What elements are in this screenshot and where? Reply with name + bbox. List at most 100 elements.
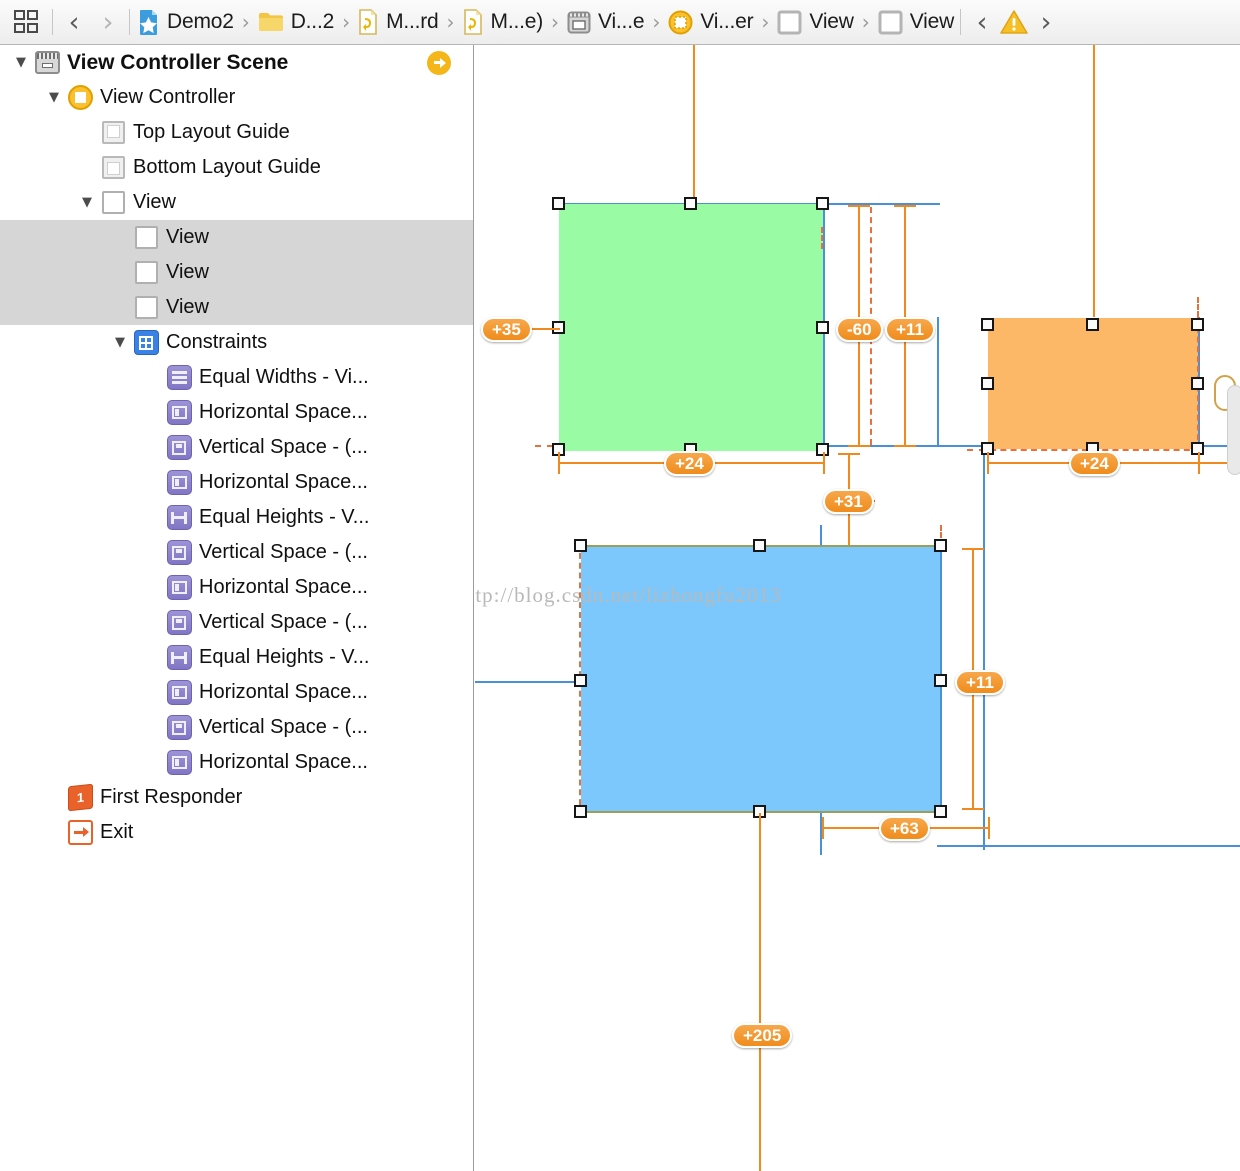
outline-row[interactable]: ▼ Horizontal Space... [0,395,473,430]
breadcrumb-label: View [809,10,854,33]
next-issue-button[interactable]: › [1029,2,1063,42]
outline-row[interactable]: ▼ Horizontal Space... [0,465,473,500]
breadcrumb-item-project[interactable]: Demo2 › [134,2,254,42]
disclosure-triangle-icon[interactable]: ▼ [43,90,65,105]
selection-handle[interactable] [934,805,947,818]
constraint-badge-vertical-31[interactable]: +31 [823,489,874,514]
related-items-grid-icon[interactable] [4,9,48,35]
selection-handle[interactable] [816,197,829,210]
selection-handle[interactable] [753,539,766,552]
outline-row[interactable]: ▼ Top Layout Guide [0,115,473,150]
outline-row[interactable]: ▼ Vertical Space - (... [0,535,473,570]
outline-row-icon [32,51,62,74]
guide-line-blue-leading [475,681,585,683]
constraint-badge-plus-24-orange[interactable]: +24 [1069,451,1120,476]
outline-row-label: Horizontal Space... [199,751,368,773]
selection-handle[interactable] [816,321,829,334]
outline-row-label: Horizontal Space... [199,681,368,703]
constraint-badge-plus-63[interactable]: +63 [879,816,930,841]
disclosure-triangle-icon[interactable]: ▼ [109,335,131,350]
outline-row-label: View Controller Scene [67,50,289,74]
outline-row-icon [98,156,128,179]
outline-row-icon [164,645,194,670]
view-icon [777,10,802,35]
constraint-badge-minus-60[interactable]: -60 [836,317,883,342]
constraint-badge-leading-35[interactable]: +35 [481,317,532,342]
view-icon [878,10,903,35]
outline-row-label: Constraints [166,331,268,353]
green-view[interactable] [559,204,824,451]
selection-handle[interactable] [684,197,697,210]
dash-marker-green-top-right [821,227,823,249]
outline-row[interactable]: ▼ View [0,255,473,290]
outline-row[interactable]: ▼ Bottom Layout Guide [0,150,473,185]
outline-row[interactable]: ▼ Vertical Space - (... [0,605,473,640]
canvas-edge-scroll-pill[interactable] [1227,385,1240,475]
dash-marker-orange-top [1197,297,1199,317]
view-icon [134,296,158,319]
breadcrumb-item-scene[interactable]: Vi...e › [563,2,664,42]
view-icon [134,261,158,284]
outline-row[interactable]: ▼ Horizontal Space... [0,570,473,605]
jump-bar: ‹ › Demo2 › D...2 › M...rd › M...e) › Vi… [0,0,1240,45]
outline-row[interactable]: ▼ Horizontal Space... [0,745,473,780]
constraint-badge-plus-205[interactable]: +205 [732,1023,793,1048]
breadcrumb-label: View [909,10,955,33]
selection-handle[interactable] [574,805,587,818]
outline-row[interactable]: ▼ Equal Heights - V... [0,500,473,535]
disclosure-spacer: ▼ [76,125,98,140]
breadcrumb-item-view-controller[interactable]: Vi...er › [664,2,773,42]
breadcrumb-item-storyboard-base[interactable]: M...e) › [459,2,563,42]
constraint-badge-plus-24-green[interactable]: +24 [664,451,715,476]
selection-handle[interactable] [1191,318,1204,331]
constraint-badge-plus-11-blue[interactable]: +11 [955,670,1005,695]
disclosure-spacer: ▼ [43,790,65,805]
constraint-badge-plus-11-top[interactable]: +11 [885,317,935,342]
outline-row[interactable]: ▼ Vertical Space - (... [0,710,473,745]
selection-handle[interactable] [552,197,565,210]
outline-row-icon [164,435,194,460]
breadcrumb-item-folder[interactable]: D...2 › [254,2,354,42]
constraint-line-orange-top [1093,45,1095,317]
outline-row[interactable]: ▼ View [0,220,473,255]
outline-row[interactable]: ▼ First Responder [0,780,473,815]
breadcrumb-item-storyboard[interactable]: M...rd › [354,2,458,42]
orange-view[interactable] [988,318,1198,449]
selection-handle[interactable] [934,674,947,687]
horizontal-space-icon [166,400,192,425]
disclosure-spacer: ▼ [142,720,164,735]
selection-handle[interactable] [574,674,587,687]
outline-row-icon [164,540,194,565]
outline-row[interactable]: ▼ View Controller Scene [0,45,473,80]
back-button[interactable]: ‹ [57,2,91,42]
outline-row[interactable]: ▼ Constraints [0,325,473,360]
outline-row[interactable]: ▼ Exit [0,815,473,850]
initial-view-controller-arrow-icon[interactable] [427,50,451,75]
selection-handle[interactable] [1191,377,1204,390]
previous-issue-button[interactable]: ‹ [965,2,999,42]
interface-builder-canvas[interactable]: +35 -60 +11 +24 +24 +31 +11 +63 +205 htt… [475,45,1240,1171]
selection-handle[interactable] [981,377,994,390]
disclosure-triangle-icon[interactable]: ▼ [76,195,98,210]
selection-handle[interactable] [981,318,994,331]
outline-row[interactable]: ▼ Equal Heights - V... [0,640,473,675]
breadcrumb-item-view-2[interactable]: View [874,2,956,42]
disclosure-triangle-icon[interactable]: ▼ [10,55,32,70]
outline-row[interactable]: ▼ View Controller [0,80,473,115]
outline-row[interactable]: ▼ View [0,185,473,220]
outline-row[interactable]: ▼ Vertical Space - (... [0,430,473,465]
breadcrumb-item-view-1[interactable]: View › [773,2,873,42]
outline-row[interactable]: ▼ Horizontal Space... [0,675,473,710]
constraint-line-green-top [693,45,695,205]
outline-row[interactable]: ▼ Equal Widths - Vi... [0,360,473,395]
selection-handle[interactable] [1086,318,1099,331]
constraint-cap-top [894,205,916,207]
outline-row[interactable]: ▼ View [0,290,473,325]
disclosure-spacer: ▼ [142,685,164,700]
outline-row-label: View [133,191,176,213]
selection-handle[interactable] [574,539,587,552]
document-outline-view: ▼ View Controller Scene ▼ View Controller ▼ T… [0,45,474,1171]
warning-triangle-icon[interactable] [999,9,1029,35]
selection-handle[interactable] [934,539,947,552]
forward-button[interactable]: › [91,2,125,42]
